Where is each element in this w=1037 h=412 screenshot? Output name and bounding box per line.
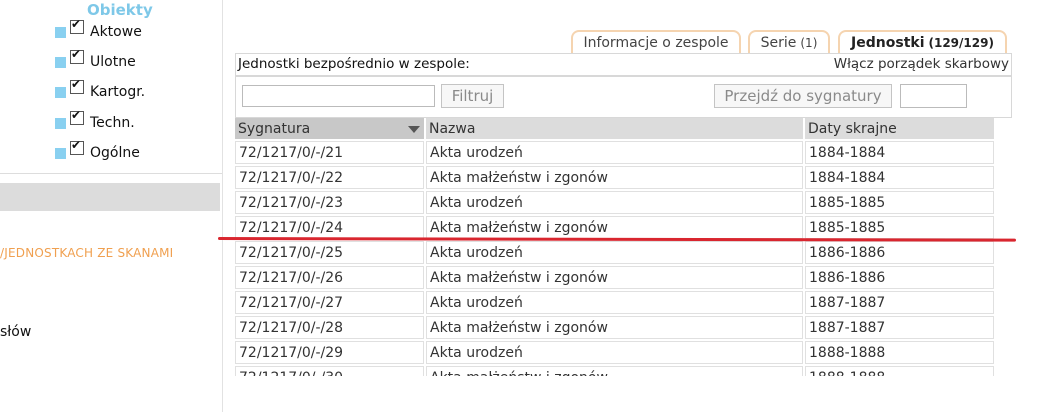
cell-name[interactable]: Akta urodzeń (426, 291, 803, 314)
filter-bar: Filtruj Przejdź do sygnatury (235, 76, 1012, 118)
table-row[interactable]: 72/1217/0/-/22 Akta małżeństw i zgonów 188… (235, 166, 994, 189)
cell-signature[interactable]: 72/1217/0/-/28 (235, 316, 424, 339)
info-bar: Jednostki bezpośrednio w zespole: Włącz … (235, 53, 1012, 76)
filter-kartogr[interactable]: Kartogr. (55, 77, 146, 102)
left-panel: Obiekty Aktowe Ulotne Kartogr. Techn. Og… (0, 0, 223, 412)
table-row[interactable]: 72/1217/0/-/26 Akta małżeństw i zgonów 188… (235, 266, 994, 289)
cell-signature[interactable]: 72/1217/0/-/27 (235, 291, 424, 314)
filter-label: Techn. (90, 115, 135, 131)
cell-name[interactable]: Akta urodzeń (426, 141, 803, 164)
checkbox-techn[interactable] (70, 108, 84, 125)
cell-dates: 1888-1888 (805, 341, 994, 364)
cell-dates: 1886-1886 (805, 241, 994, 264)
filter-label: Aktowe (90, 24, 142, 40)
section-header-bar (0, 183, 220, 211)
cell-signature[interactable]: 72/1217/0/-/25 (235, 241, 424, 264)
table-row[interactable]: 72/1217/0/-/28 Akta małżeństw i zgonów 188… (235, 316, 994, 339)
checkbox-kartogr[interactable] (70, 77, 84, 94)
tab-count: (129/129) (928, 36, 994, 50)
cell-name[interactable]: Akta urodzeń (426, 191, 803, 214)
filter-ogolne[interactable]: Ogólne (55, 138, 140, 163)
column-header-sygnatura[interactable]: Sygnatura (235, 118, 424, 139)
cell-name[interactable]: Akta małżeństw i zgonów (426, 316, 803, 339)
color-swatch-icon (55, 26, 66, 38)
cell-dates: 1888-1888 (805, 366, 994, 376)
cell-dates: 1884-1884 (805, 166, 994, 189)
table-row[interactable]: 72/1217/0/-/29 Akta urodzeń 1888-1888 (235, 341, 994, 364)
tab-count: (1) (800, 36, 818, 50)
checkbox-ulotne[interactable] (70, 47, 84, 64)
cell-dates: 1886-1886 (805, 266, 994, 289)
filter-techn[interactable]: Techn. (55, 108, 135, 133)
filter-label: Ulotne (90, 54, 136, 70)
objects-title: Obiekty (87, 1, 153, 19)
filter-button[interactable]: Filtruj (441, 84, 504, 108)
cell-signature[interactable]: 72/1217/0/-/21 (235, 141, 424, 164)
table-row[interactable]: 72/1217/0/-/27 Akta urodzeń 1887-1887 (235, 291, 994, 314)
cell-signature[interactable]: 72/1217/0/-/26 (235, 266, 424, 289)
color-swatch-icon (55, 147, 66, 159)
checkbox-ogolne[interactable] (70, 138, 84, 155)
divider (0, 173, 222, 174)
tab-label: Serie (760, 35, 797, 51)
cell-signature[interactable]: 72/1217/0/-/24 (235, 216, 424, 239)
tab-jednostki[interactable]: Jednostki (129/129) (838, 30, 1007, 54)
color-swatch-icon (55, 86, 66, 98)
table-header-row: Sygnatura Nazwa Daty skrajne (235, 118, 994, 139)
goto-signature-input[interactable] (900, 84, 967, 108)
cell-name[interactable]: Akta małżeństw i zgonów (426, 266, 803, 289)
cell-dates: 1884-1884 (805, 141, 994, 164)
cell-signature[interactable]: 72/1217/0/-/22 (235, 166, 424, 189)
cell-dates: 1885-1885 (805, 191, 994, 214)
filter-label: Kartogr. (90, 84, 146, 100)
tab-label: Jednostki (851, 35, 925, 51)
column-header-nazwa[interactable]: Nazwa (426, 118, 803, 139)
treasury-order-toggle[interactable]: Włącz porządek skarbowy (834, 56, 1009, 72)
tab-serie[interactable]: Serie (1) (748, 30, 830, 54)
filter-aktowe[interactable]: Aktowe (55, 17, 142, 42)
scans-link[interactable]: /JEDNOSTKACH ZE SKANAMI (0, 246, 173, 260)
filter-input[interactable] (242, 85, 435, 107)
table-row[interactable]: 72/1217/0/-/21 Akta urodzeń 1884-1884 (235, 141, 994, 164)
filter-label: Ogólne (90, 145, 140, 161)
tab-informacje[interactable]: Informacje o zespole (571, 30, 741, 54)
cell-dates: 1885-1885 (805, 216, 994, 239)
cell-dates: 1887-1887 (805, 316, 994, 339)
tab-label: Informacje o zespole (583, 35, 729, 51)
cell-name[interactable]: Akta małżeństw i zgonów (426, 366, 803, 376)
cell-signature[interactable]: 72/1217/0/-/30 (235, 366, 424, 376)
color-swatch-icon (55, 117, 66, 129)
cell-name[interactable]: Akta małżeństw i zgonów (426, 216, 803, 239)
column-header-daty[interactable]: Daty skrajne (805, 118, 994, 139)
table-row[interactable]: 72/1217/0/-/30Akta małżeństw i zgonów188… (235, 366, 994, 376)
table-row[interactable]: 72/1217/0/-/23 Akta urodzeń 1885-1885 (235, 191, 994, 214)
cell-name[interactable]: Akta urodzeń (426, 241, 803, 264)
units-table: Sygnatura Nazwa Daty skrajne 72/1217/0/-… (235, 118, 1010, 376)
cell-dates: 1887-1887 (805, 291, 994, 314)
filter-ulotne[interactable]: Ulotne (55, 47, 136, 72)
checkbox-aktowe[interactable] (70, 17, 84, 34)
color-swatch-icon (55, 56, 66, 68)
cell-signature[interactable]: 72/1217/0/-/29 (235, 341, 424, 364)
partial-text: słów (0, 324, 32, 340)
cell-signature[interactable]: 72/1217/0/-/23 (235, 191, 424, 214)
table-row[interactable]: 72/1217/0/-/25 Akta urodzeń 1886-1886 (235, 241, 994, 264)
table-row[interactable]: 72/1217/0/-/24 Akta małżeństw i zgonów 188… (235, 216, 994, 239)
units-heading: Jednostki bezpośrednio w zespole: (238, 56, 470, 72)
sort-desc-icon (408, 126, 420, 133)
cell-name[interactable]: Akta urodzeń (426, 341, 803, 364)
cell-name[interactable]: Akta małżeństw i zgonów (426, 166, 803, 189)
goto-signature-button[interactable]: Przejdź do sygnatury (714, 84, 892, 108)
